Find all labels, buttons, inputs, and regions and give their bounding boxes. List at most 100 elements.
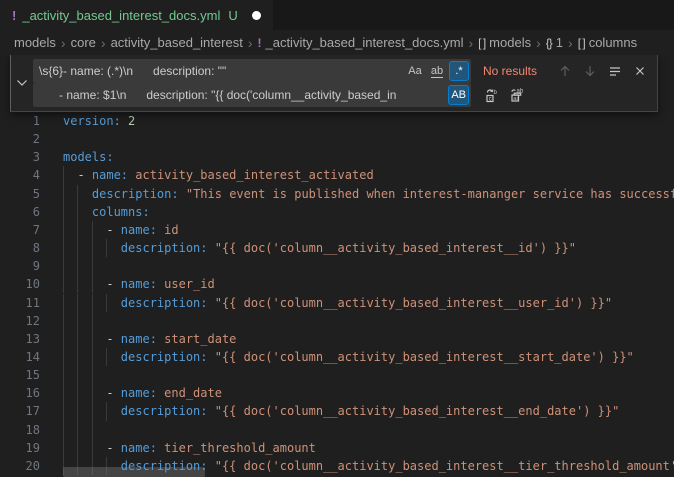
previous-match-button[interactable] — [554, 60, 576, 82]
find-results-label: No results — [483, 64, 537, 78]
code-line[interactable]: description: "This event is published wh… — [63, 185, 674, 203]
breadcrumb-item[interactable]: !_activity_based_interest_docs.yml — [257, 35, 463, 50]
close-icon — [634, 65, 646, 77]
find-input[interactable]: \s{6}- name: (.*)\n description: "" Aa a… — [33, 59, 471, 83]
code-token-key: description: — [121, 296, 208, 310]
code-line[interactable]: models: — [63, 148, 114, 166]
code-line[interactable]: - name: id — [63, 221, 179, 239]
code-line[interactable]: description: "{{ doc('column__activity_b… — [63, 294, 612, 312]
code-token-str: start_date — [164, 332, 236, 346]
code-line[interactable]: description: "{{ doc('column__activity_b… — [63, 239, 576, 257]
code-token-str: end_date — [164, 386, 222, 400]
whole-word-button[interactable]: ab — [427, 61, 447, 81]
code-token-key: name: — [121, 386, 157, 400]
breadcrumb-item[interactable]: models — [14, 35, 56, 50]
breadcrumb-separator: › — [101, 35, 106, 51]
code-line[interactable]: - name: end_date — [63, 384, 222, 402]
breadcrumb-item[interactable]: activity_based_interest — [111, 35, 243, 50]
code-token-p — [63, 459, 121, 473]
breadcrumb-label: columns — [589, 35, 637, 50]
match-case-button[interactable]: Aa — [405, 61, 425, 81]
code-line[interactable]: - name: tier_threshold_amount — [63, 439, 316, 457]
code-token-str: "This event is published when interest-m… — [186, 187, 674, 201]
code-token-str: "{{ doc('column__activity_based_interest… — [215, 241, 576, 255]
code-token-key: name: — [121, 223, 157, 237]
line-number: 11 — [0, 294, 40, 312]
code-token-key: columns: — [92, 205, 150, 219]
breadcrumb-separator: › — [248, 35, 253, 51]
breadcrumb-item[interactable]: [ ]columns — [578, 35, 637, 50]
code-token-p: - — [63, 223, 121, 237]
replace-all-button[interactable]: ab ac — [506, 84, 528, 106]
indent-guide — [77, 421, 78, 439]
code-token-p — [63, 404, 121, 418]
breadcrumb-separator: › — [61, 35, 66, 51]
indent-guide — [63, 366, 64, 384]
find-row: \s{6}- name: (.*)\n description: "" Aa a… — [33, 59, 651, 83]
breadcrumb-item[interactable]: core — [71, 35, 96, 50]
code-token-key: description: — [121, 404, 208, 418]
replace-input[interactable]: - name: $1\n description: "{{ doc('colum… — [33, 83, 471, 107]
preserve-case-button[interactable]: AB — [448, 85, 469, 105]
code-line[interactable]: description: "{{ doc('column__activity_b… — [63, 402, 619, 420]
replace-all-icon: ab ac — [509, 87, 525, 103]
symbol-object-icon: {} — [546, 36, 552, 50]
code-token-p — [121, 114, 128, 128]
indent-guide — [77, 312, 78, 330]
code-token-p: - — [63, 168, 92, 182]
line-number: 12 — [0, 312, 40, 330]
code-line[interactable]: columns: — [63, 203, 150, 221]
breadcrumb-label: activity_based_interest — [111, 35, 243, 50]
toggle-replace-button[interactable] — [11, 55, 33, 111]
breadcrumb-label: models — [489, 35, 531, 50]
indent-guide — [77, 257, 78, 275]
code-line[interactable]: description: "{{ doc('column__activity_b… — [63, 457, 674, 475]
close-find-button[interactable] — [629, 60, 651, 82]
svg-text:b: b — [494, 90, 498, 96]
code-line[interactable]: version: 2 — [63, 112, 135, 130]
code-token-p — [63, 296, 121, 310]
code-token-key: description: — [92, 187, 179, 201]
code-token-key: name: — [121, 277, 157, 291]
tab-bar: ! _activity_based_interest_docs.yml U — [0, 0, 674, 30]
editor-pane[interactable]: \s{6}- name: (.*)\n description: "" Aa a… — [0, 55, 674, 477]
code-line[interactable]: description: "{{ doc('column__activity_b… — [63, 348, 634, 366]
selection-icon — [608, 64, 622, 78]
code-token-str: activity_based_interest_activated — [135, 168, 373, 182]
line-number: 3 — [0, 148, 40, 166]
find-replace-widget: \s{6}- name: (.*)\n description: "" Aa a… — [10, 55, 658, 112]
editor-tab[interactable]: ! _activity_based_interest_docs.yml U — [0, 0, 273, 30]
code-line[interactable]: - name: start_date — [63, 330, 236, 348]
code-token-p — [208, 459, 215, 473]
code-token-key: models: — [63, 150, 114, 164]
code-token-str: tier_threshold_amount — [164, 441, 316, 455]
code-token-key: name: — [121, 332, 157, 346]
breadcrumb-label: _activity_based_interest_docs.yml — [265, 35, 463, 50]
breadcrumb-separator: › — [536, 35, 541, 51]
indent-guide — [63, 312, 64, 330]
replace-button[interactable]: b c — [481, 84, 503, 106]
code-token-p: - — [63, 386, 121, 400]
breadcrumb: models › core › activity_based_interest › !_ac… — [0, 30, 674, 55]
tab-filename: _activity_based_interest_docs.yml — [22, 8, 220, 23]
code-line[interactable]: - name: user_id — [63, 275, 215, 293]
chevron-down-icon — [16, 79, 28, 87]
code-token-key: version: — [63, 114, 121, 128]
line-number: 20 — [0, 457, 40, 475]
line-number: 10 — [0, 275, 40, 293]
line-number: 17 — [0, 402, 40, 420]
breadcrumb-item[interactable]: {}1 — [546, 35, 563, 50]
next-match-button[interactable] — [579, 60, 601, 82]
breadcrumb-item[interactable]: [ ]models — [478, 35, 531, 50]
modified-dot-icon[interactable] — [252, 11, 261, 20]
regex-button[interactable]: .* — [449, 61, 469, 81]
code-token-p: - — [63, 441, 121, 455]
indent-guide — [92, 421, 93, 439]
code-line[interactable]: - name: activity_based_interest_activate… — [63, 166, 374, 184]
line-number: 19 — [0, 439, 40, 457]
code-token-p: - — [63, 332, 121, 346]
code-token-p — [208, 404, 215, 418]
find-in-selection-button[interactable] — [604, 60, 626, 82]
code-token-p — [179, 187, 186, 201]
line-number: 16 — [0, 384, 40, 402]
